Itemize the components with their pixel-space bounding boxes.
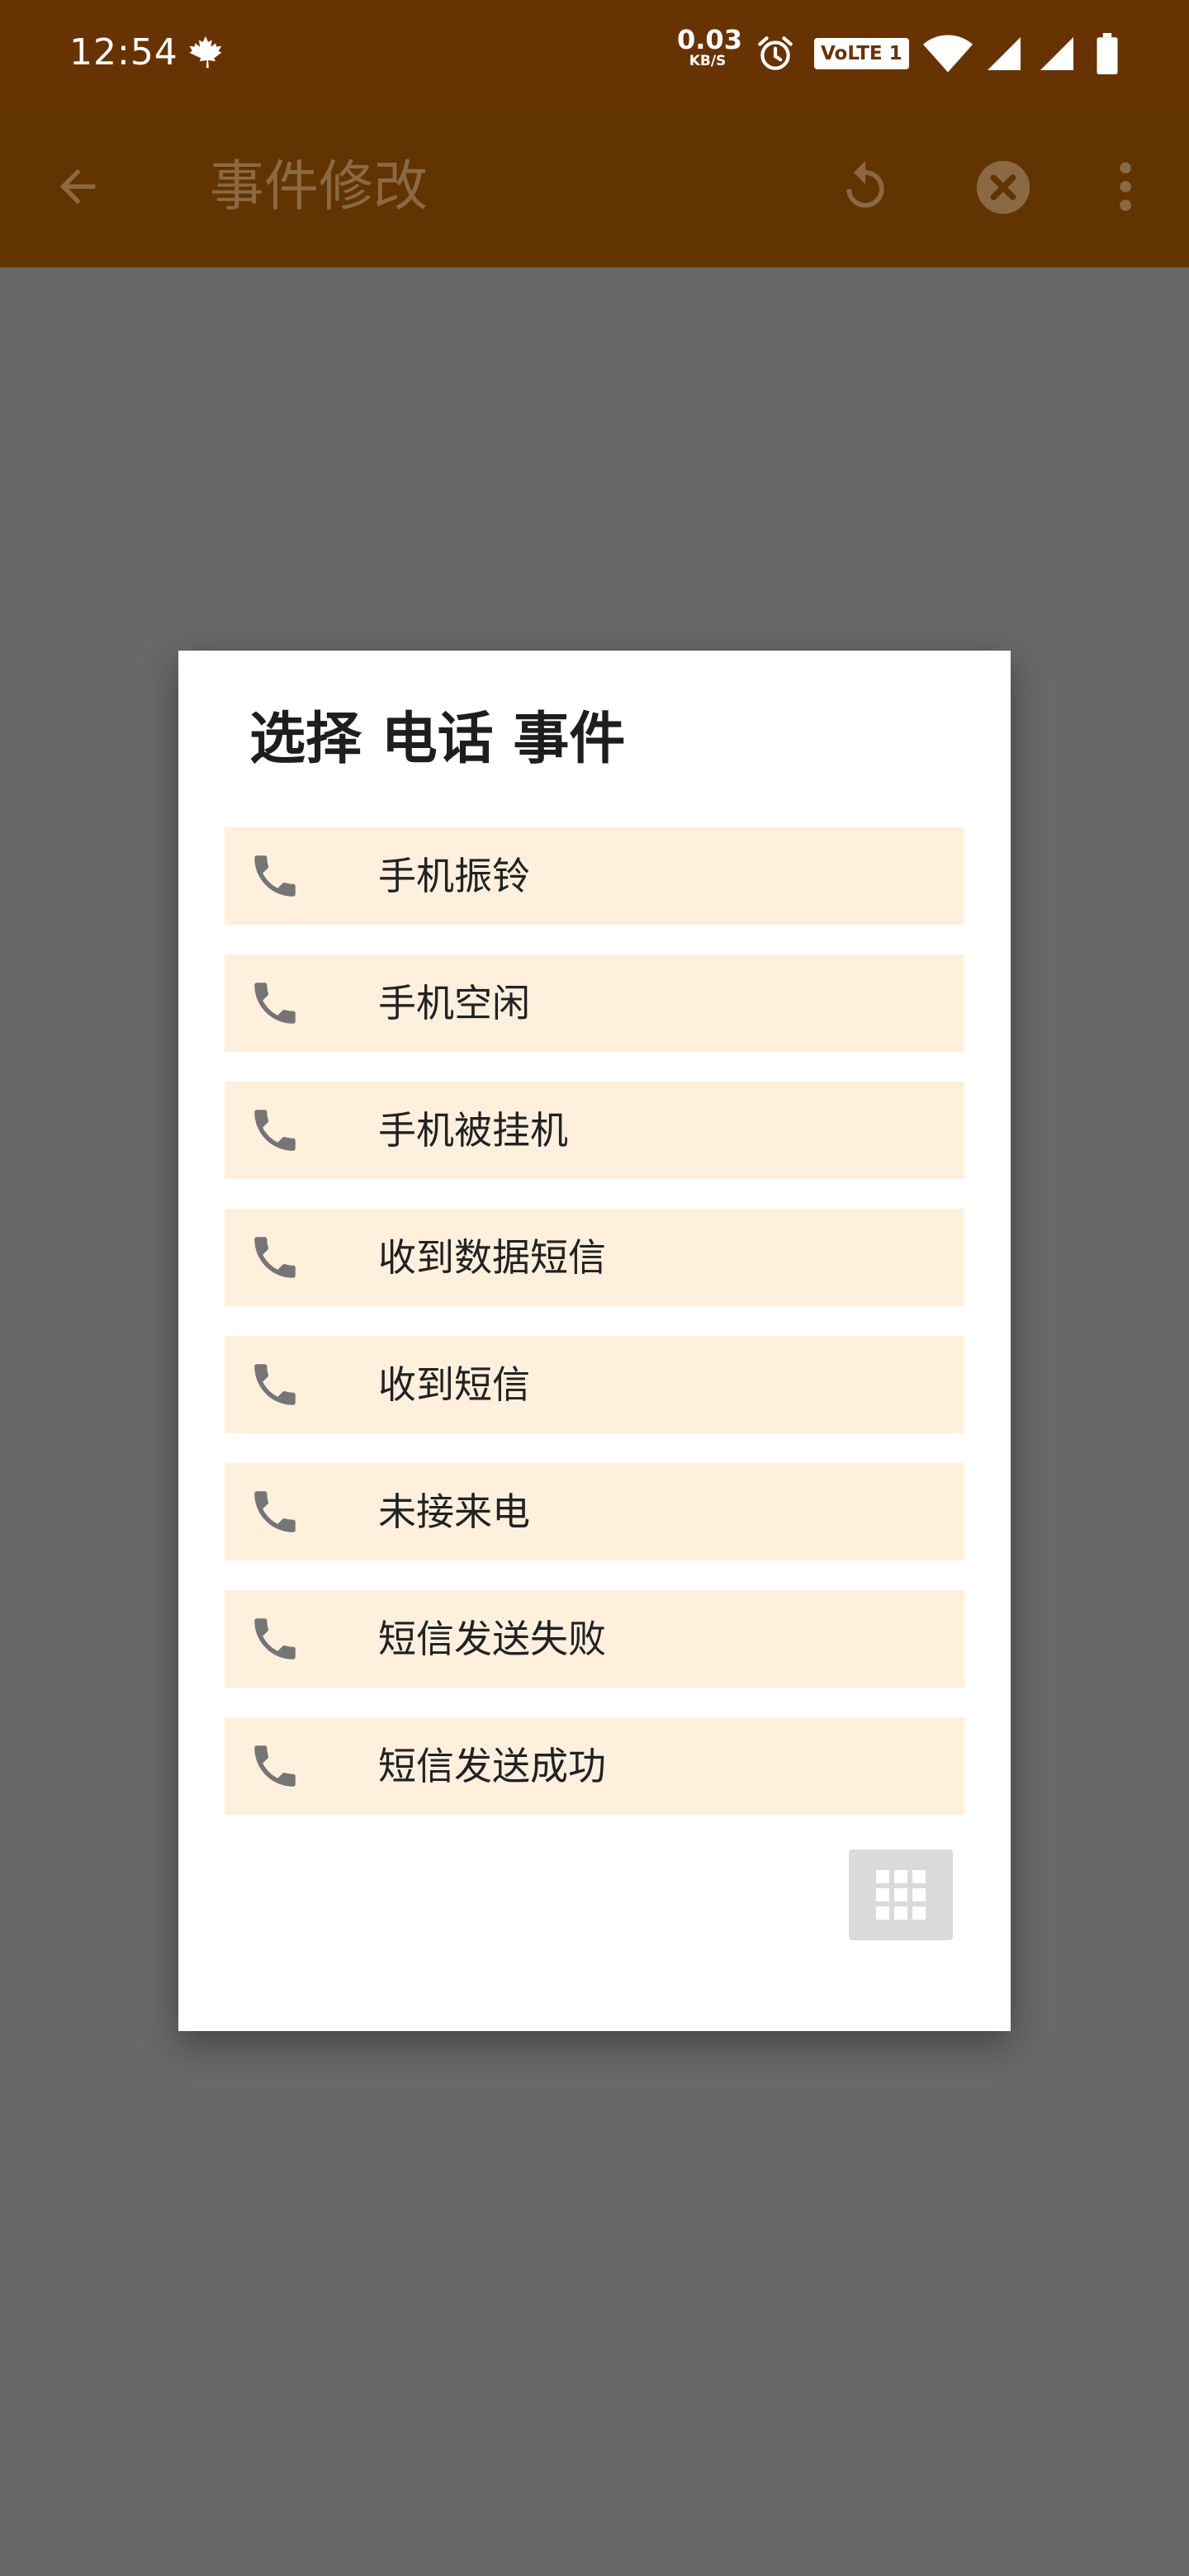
phone-icon — [254, 1237, 296, 1278]
event-item-missed-call[interactable]: 未接来电 — [225, 1463, 964, 1560]
phone-icon — [254, 983, 296, 1024]
event-item-label: 手机被挂机 — [378, 1108, 568, 1153]
network-speed-unit: KB/S — [689, 53, 727, 69]
maple-leaf-icon — [189, 36, 222, 69]
event-item-data-sms-received[interactable]: 收到数据短信 — [225, 1209, 964, 1306]
phone-icon — [254, 1618, 296, 1660]
battery-icon — [1097, 33, 1118, 74]
status-bar: 12:54 0.03 KB/S VoLTE 1 — [0, 0, 1189, 106]
phone-icon — [254, 1745, 296, 1787]
wifi-icon — [923, 35, 973, 73]
phone-icon — [254, 855, 296, 897]
event-item-phone-ringing[interactable]: 手机振铃 — [225, 827, 964, 925]
event-item-sms-send-success[interactable]: 短信发送成功 — [225, 1717, 964, 1815]
event-item-label: 短信发送失败 — [378, 1617, 606, 1661]
network-speed: 0.03 KB/S — [677, 24, 742, 69]
back-arrow-icon[interactable] — [51, 160, 104, 213]
more-vert-icon[interactable] — [1111, 159, 1139, 215]
event-item-label: 手机振铃 — [378, 854, 530, 898]
network-speed-value: 0.03 — [677, 24, 742, 55]
event-item-label: 收到短信 — [378, 1362, 530, 1407]
select-phone-event-dialog: 选择 电话 事件 手机振铃 手机空闲 手机被挂机 收到数据短信 收到短信 未接来… — [178, 651, 1011, 2031]
event-item-label: 未接来电 — [378, 1489, 530, 1534]
event-item-phone-hangup[interactable]: 手机被挂机 — [225, 1082, 964, 1179]
alarm-icon — [758, 36, 793, 70]
refresh-icon[interactable] — [837, 159, 893, 215]
event-item-sms-received[interactable]: 收到短信 — [225, 1336, 964, 1433]
event-item-label: 手机空闲 — [378, 981, 530, 1025]
event-item-label: 短信发送成功 — [378, 1744, 606, 1788]
close-circle-icon[interactable] — [974, 159, 1032, 216]
dialog-title: 选择 电话 事件 — [249, 707, 626, 772]
phone-icon — [254, 1110, 296, 1151]
phone-icon — [254, 1364, 296, 1405]
app-toolbar: 事件修改 — [0, 106, 1189, 268]
event-item-phone-idle[interactable]: 手机空闲 — [225, 954, 964, 1052]
grid-icon — [876, 1870, 926, 1920]
page-title: 事件修改 — [210, 154, 428, 218]
signal-icon — [988, 37, 1021, 70]
event-item-sms-send-failed[interactable]: 短信发送失败 — [225, 1590, 964, 1688]
phone-icon — [254, 1491, 296, 1532]
grid-view-button[interactable] — [849, 1849, 953, 1940]
event-item-label: 收到数据短信 — [378, 1235, 606, 1280]
volte-badge: VoLTE 1 — [814, 38, 909, 69]
signal-icon — [1040, 37, 1073, 70]
status-time: 12:54 — [69, 31, 178, 73]
